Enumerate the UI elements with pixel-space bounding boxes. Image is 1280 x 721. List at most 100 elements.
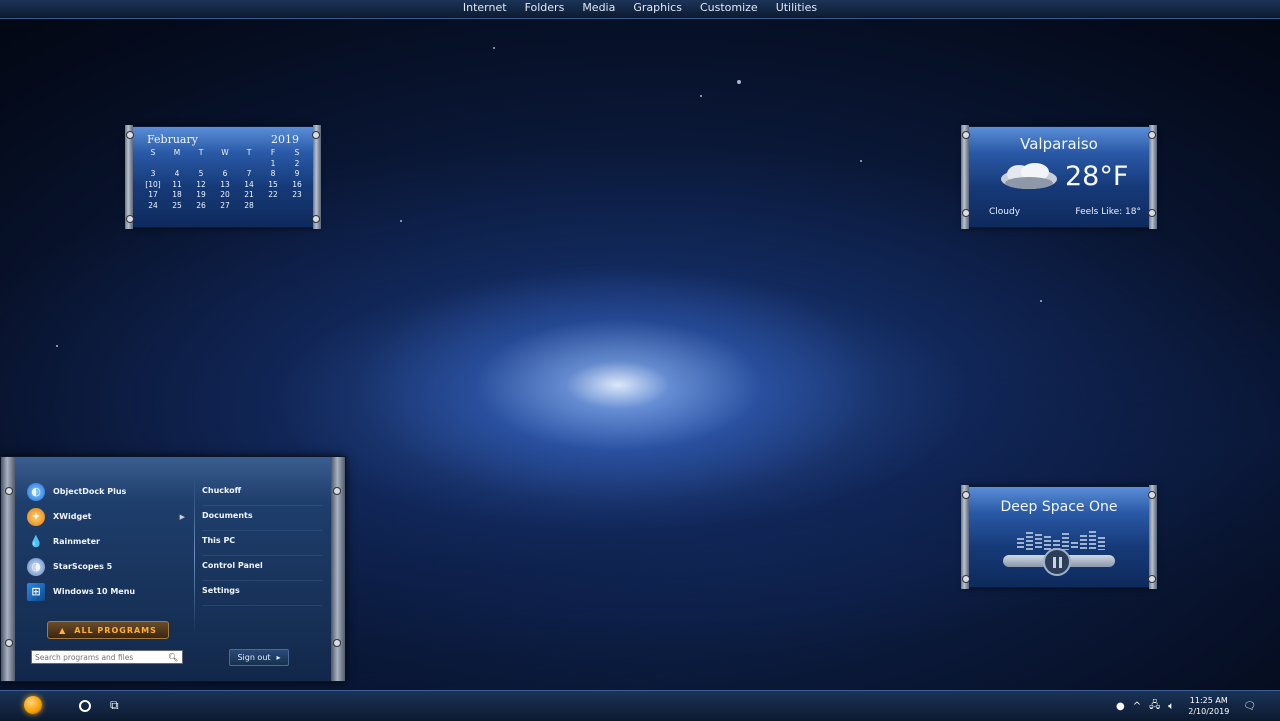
equalizer-bars [1017,531,1105,550]
all-programs-label: ALL PROGRAMS [74,625,157,635]
program-objectdock[interactable]: ◐ ObjectDock Plus [27,479,191,504]
program-xwidget[interactable]: ✦ XWidget ▶ [27,504,191,529]
equalizer-bar [1026,532,1033,550]
calendar-day[interactable]: 19 [189,190,213,200]
weather-condition: Cloudy [989,207,1021,217]
tray-app-icon[interactable]: ● [1116,701,1125,712]
calendar-day[interactable]: 6 [213,169,237,179]
link-settings[interactable]: Settings [202,581,322,606]
task-view-icon[interactable]: ⧉ [110,698,119,713]
equalizer-bar [1017,538,1024,550]
search-input[interactable] [32,651,168,663]
clock[interactable]: 11:25 AM 2/10/2019 [1188,695,1229,717]
sign-out-button[interactable]: Sign out ▸ [229,649,289,666]
calendar-day[interactable]: 22 [261,190,285,200]
calendar-day[interactable]: 27 [213,201,237,211]
calendar-day[interactable]: 2 [285,159,309,169]
weekday-header: T [246,148,252,157]
calendar-day[interactable]: 25 [165,201,189,211]
menu-customize[interactable]: Customize [691,0,767,18]
calendar-day[interactable]: 18 [165,190,189,200]
calendar-empty-cell [141,160,165,169]
start-orb-button[interactable] [24,696,42,714]
program-label: Windows 10 Menu [53,587,136,596]
calendar-day[interactable]: 17 [141,190,165,200]
calendar-day[interactable]: 14 [237,180,261,190]
calendar-day[interactable]: 26 [189,201,213,211]
calendar-day[interactable]: [10] [141,180,165,190]
menu-internet[interactable]: Internet [454,0,516,18]
calendar-day[interactable]: 1 [261,159,285,169]
menu-utilities[interactable]: Utilities [767,0,826,18]
bolt [1148,575,1156,583]
calendar-day[interactable]: 7 [237,169,261,179]
weather-temperature: 28°F [1065,161,1129,192]
equalizer-bar [1044,536,1051,550]
network-icon[interactable]: 🖧 [1149,698,1160,715]
pause-button[interactable] [1043,548,1071,576]
cloud-icon [1001,163,1057,189]
calendar-day[interactable]: 15 [261,180,285,190]
all-programs-button[interactable]: ▲ ALL PROGRAMS [47,621,169,639]
rainmeter-icon: 💧 [29,535,43,548]
calendar-day[interactable]: 5 [189,169,213,179]
search-box: 🔍︎ [31,650,183,664]
star [493,47,495,49]
menu-folders[interactable]: Folders [516,0,574,18]
star [860,160,862,162]
calendar-day[interactable]: 8 [261,169,285,179]
calendar-day[interactable]: 3 [141,169,165,179]
submenu-arrow-icon: ▶ [179,512,185,521]
bolt [962,209,970,217]
star [56,345,58,347]
bolt [1148,209,1156,217]
calendar-empty-cell [165,160,189,169]
show-hidden-icons-icon[interactable]: ^ [1133,701,1141,712]
link-control-panel[interactable]: Control Panel [202,556,322,581]
search-icon[interactable]: 🔍︎ [168,653,178,662]
bolt [126,215,134,223]
calendar-day[interactable]: 20 [213,190,237,200]
top-menu-bar: Internet Folders Media Graphics Customiz… [0,0,1280,19]
calendar-empty-cell [213,160,237,169]
system-tray: ● ^ 🖧 🔈︎ 11:25 AM 2/10/2019 🗨︎ [1112,691,1280,721]
program-starscopes[interactable]: ◑ StarScopes 5 [27,554,191,579]
calendar-day[interactable]: 12 [189,180,213,190]
program-label: ObjectDock Plus [53,487,127,496]
xwidget-icon: ✦ [27,507,45,526]
calendar-day[interactable]: 16 [285,180,309,190]
link-chuckoff[interactable]: Chuckoff [202,481,322,506]
calendar-day[interactable]: 23 [285,190,309,200]
bolt [962,131,970,139]
weekday-header: W [221,148,229,157]
calendar-day[interactable]: 28 [237,201,261,211]
program-windows10menu[interactable]: ⊞ Windows 10 Menu [27,579,191,604]
track-title: Deep Space One [1000,499,1118,515]
bolt [5,487,13,495]
calendar-day[interactable]: 11 [165,180,189,190]
weekday-header: S [150,148,156,157]
cortana-icon[interactable] [79,700,91,712]
calendar-empty-cell [285,202,309,211]
calendar-year: 2019 [271,133,299,146]
menu-media[interactable]: Media [573,0,624,18]
windows-icon: ⊞ [27,582,45,601]
program-rainmeter[interactable]: 💧 Rainmeter [27,529,191,554]
volume-icon[interactable]: 🔈︎ [1168,701,1174,712]
calendar-day[interactable]: 13 [213,180,237,190]
menu-divider [194,477,195,633]
calendar-day[interactable]: 4 [165,169,189,179]
weekday-header: T [198,148,204,157]
link-documents[interactable]: Documents [202,506,322,531]
notification-center-icon[interactable]: 🗨︎ [1243,701,1256,712]
bolt [5,639,13,647]
equalizer-bar [1080,535,1087,550]
weekday-header: S [294,148,300,157]
calendar-day[interactable]: 24 [141,201,165,211]
link-this-pc[interactable]: This PC [202,531,322,556]
calendar-day[interactable]: 21 [237,190,261,200]
menu-graphics[interactable]: Graphics [624,0,691,18]
calendar-day[interactable]: 9 [285,169,309,179]
taskbar: ⧉ ● ^ 🖧 🔈︎ 11:25 AM 2/10/2019 🗨︎ [0,690,1280,721]
weather-city: Valparaiso [1020,135,1098,153]
